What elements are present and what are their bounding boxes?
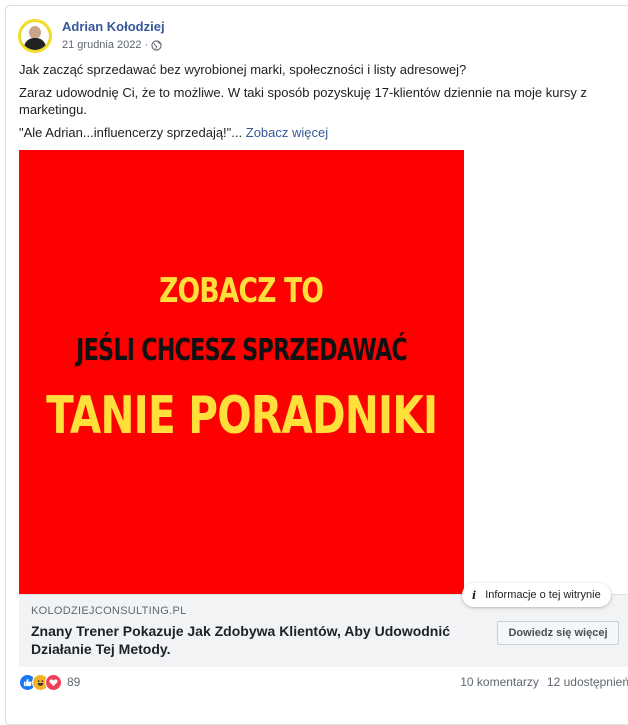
post-header: Adrian Kołodziej 21 grudnia 2022 · [18,16,165,56]
site-info-button[interactable]: i Informacje o tej witrynie [462,583,611,607]
reaction-count[interactable]: 89 [67,675,80,689]
post-text-line: "Ale Adrian...influencerzy sprzedają!"..… [19,125,243,140]
post-image[interactable]: ZOBACZ TO JEŚLI CHCESZ SPRZEDAWAĆ TANIE … [19,150,464,594]
see-more-link[interactable]: Zobacz więcej [246,125,328,140]
image-headline-3: TANIE PORADNIKI [45,385,438,446]
globe-icon [151,39,162,51]
link-title[interactable]: Znany Trener Pokazuje Jak Zdobywa Klient… [31,622,481,658]
post-footer: 89 10 komentarzy 12 udostępnień [19,672,628,692]
image-headline-1: ZOBACZ TO [159,270,324,311]
avatar[interactable] [18,19,52,53]
shares-count[interactable]: 12 udostępnień [547,675,628,689]
link-domain: KOLODZIEJCONSULTING.PL [31,605,187,617]
love-icon [45,673,62,691]
image-headline-2: JEŚLI CHCESZ SPRZEDAWAĆ [76,332,408,368]
post-text-line: Zaraz udowodnię Ci, że to możliwe. W tak… [19,85,587,117]
post-text-line: Jak zacząć sprzedawać bez wyrobionej mar… [19,62,467,77]
post-text: Jak zacząć sprzedawać bez wyrobionej mar… [19,61,619,147]
date-separator: · [144,39,149,51]
post-date[interactable]: 21 grudnia 2022 [62,37,142,53]
post-card: Adrian Kołodziej 21 grudnia 2022 · Jak z… [5,5,628,725]
author-name[interactable]: Adrian Kołodziej [62,19,165,35]
info-icon: i [472,588,477,602]
comments-count[interactable]: 10 komentarzy [460,675,539,689]
learn-more-button[interactable]: Dowiedz się więcej [497,621,619,645]
reactions[interactable]: 89 [19,673,80,691]
site-info-label: Informacje o tej witrynie [485,589,601,601]
